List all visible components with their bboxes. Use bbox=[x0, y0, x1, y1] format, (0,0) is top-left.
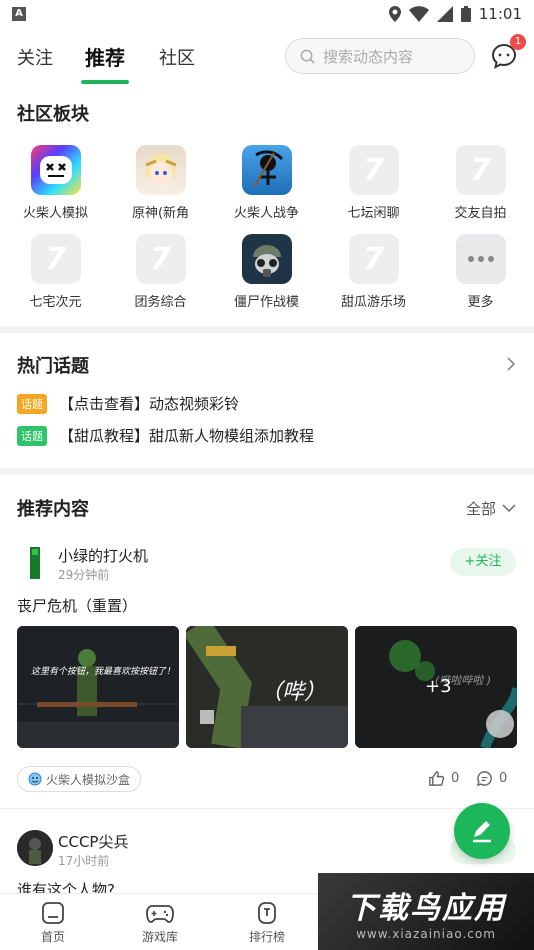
placeholder-icon: 7 bbox=[348, 145, 399, 195]
nav-ranking[interactable]: 排行榜 bbox=[227, 900, 307, 945]
status-bar: A 11:01 bbox=[0, 0, 534, 28]
board-label: 交友自拍 bbox=[454, 206, 507, 221]
board-item[interactable]: 僵尸作战模 bbox=[213, 234, 320, 310]
tab-community[interactable]: 社区 bbox=[159, 44, 195, 70]
placeholder-icon: 7 bbox=[455, 145, 506, 195]
top-nav: 关注 推荐 社区 搜索动态内容 1 bbox=[0, 30, 534, 86]
post-author[interactable]: 小绿的打火机 bbox=[58, 545, 148, 566]
board-item[interactable]: 7 甜瓜游乐场 bbox=[320, 234, 427, 310]
battery-icon bbox=[460, 6, 471, 22]
post-image[interactable]: 这里有个按钮，我最喜欢按按钮了！ bbox=[17, 626, 179, 748]
hot-topics-title: 热门话题 bbox=[17, 356, 89, 377]
home-icon bbox=[42, 902, 64, 924]
nav-ranking-label: 排行榜 bbox=[248, 930, 285, 944]
watermark-logo: 下载鸟应用 www.xiazainiao.com bbox=[318, 873, 534, 950]
chevron-right-icon[interactable] bbox=[506, 356, 516, 372]
post-image[interactable]: （哔） bbox=[186, 626, 348, 748]
follow-button[interactable]: +关注 bbox=[450, 548, 516, 576]
watermark-url: www.xiazainiao.com bbox=[356, 926, 496, 941]
compose-button[interactable] bbox=[454, 803, 510, 859]
wifi-icon bbox=[408, 6, 429, 22]
search-placeholder: 搜索动态内容 bbox=[323, 47, 414, 66]
edit-icon bbox=[473, 821, 491, 843]
board-item[interactable]: 原神(新角 bbox=[107, 145, 214, 221]
trophy-icon bbox=[258, 902, 276, 924]
board-label: 七宅次元 bbox=[29, 295, 82, 310]
topic-tag: 话题 bbox=[17, 425, 47, 446]
board-label: 火柴人模拟 bbox=[22, 206, 88, 221]
more-images-count: +3 bbox=[425, 676, 452, 697]
board-item[interactable]: 更多 bbox=[427, 234, 534, 310]
smiley-icon bbox=[28, 772, 42, 786]
board-label: 甜瓜游乐场 bbox=[340, 295, 406, 310]
comment-count: 0 bbox=[499, 771, 508, 786]
board-label: 僵尸作战模 bbox=[233, 295, 299, 310]
topic-item[interactable]: 话题 【甜瓜教程】甜瓜新人物模组添加教程 bbox=[17, 425, 314, 446]
image-caption: （哔） bbox=[260, 680, 327, 705]
board-label: 更多 bbox=[467, 295, 494, 310]
search-icon bbox=[300, 49, 315, 64]
app-notification-icon: A bbox=[12, 7, 26, 21]
stickman-face-icon bbox=[30, 145, 81, 195]
board-label: 团务综合 bbox=[134, 295, 187, 310]
search-input[interactable]: 搜索动态内容 bbox=[285, 38, 475, 74]
topic-text: 【甜瓜教程】甜瓜新人物模组添加教程 bbox=[59, 427, 315, 445]
post-image[interactable]: (哔啦哔啦 ) +3 bbox=[355, 626, 517, 748]
comment-icon bbox=[476, 771, 492, 787]
tab-recommend[interactable]: 推荐 bbox=[85, 42, 125, 71]
post-author[interactable]: CCCP尖兵 bbox=[58, 831, 128, 852]
gasmask-soldier-icon bbox=[241, 234, 292, 284]
nav-home[interactable]: 首页 bbox=[13, 900, 93, 945]
topic-tag: 话题 bbox=[17, 393, 47, 414]
board-label: 原神(新角 bbox=[131, 206, 190, 221]
like-count: 0 bbox=[451, 771, 460, 786]
section-divider bbox=[0, 468, 534, 475]
board-chip-label: 火柴人模拟沙盒 bbox=[46, 772, 131, 787]
tab-follow[interactable]: 关注 bbox=[17, 44, 53, 70]
board-item[interactable]: 7 交友自拍 bbox=[427, 145, 534, 221]
image-caption: 这里有个按钮，我最喜欢按按钮了！ bbox=[31, 667, 176, 677]
nav-game-library[interactable]: 游戏库 bbox=[120, 900, 200, 945]
board-chip[interactable]: 火柴人模拟沙盒 bbox=[17, 766, 142, 792]
placeholder-icon: 7 bbox=[30, 234, 81, 284]
thumbs-up-icon bbox=[429, 771, 445, 786]
active-tab-indicator bbox=[81, 80, 129, 84]
post-text: 丧尸危机（重置） bbox=[17, 597, 138, 615]
board-label: 火柴人战争 bbox=[233, 206, 299, 221]
board-item[interactable]: 7 团务综合 bbox=[107, 234, 214, 310]
board-item[interactable]: 火柴人战争 bbox=[213, 145, 320, 221]
topic-text: 【点击查看】动态视频彩铃 bbox=[59, 395, 240, 413]
filter-dropdown[interactable]: 全部 bbox=[466, 498, 516, 519]
like-button[interactable]: 0 bbox=[428, 770, 459, 787]
board-item[interactable]: 7 七坛闲聊 bbox=[320, 145, 427, 221]
filter-label: 全部 bbox=[466, 500, 497, 518]
comment-button[interactable]: 0 bbox=[476, 770, 507, 787]
nav-home-label: 首页 bbox=[40, 930, 65, 944]
message-badge: 1 bbox=[510, 34, 526, 50]
post-time: 29分钟前 bbox=[58, 568, 110, 582]
avatar[interactable] bbox=[17, 830, 53, 866]
placeholder-icon: 7 bbox=[348, 234, 399, 284]
anime-girl-icon bbox=[135, 145, 186, 195]
nav-game-library-label: 游戏库 bbox=[141, 930, 178, 944]
chevron-down-icon bbox=[502, 504, 516, 513]
avatar[interactable] bbox=[17, 545, 53, 581]
post-divider bbox=[0, 808, 534, 809]
topic-item[interactable]: 话题 【点击查看】动态视频彩铃 bbox=[17, 393, 239, 414]
signal-icon bbox=[436, 6, 453, 22]
board-label: 七坛闲聊 bbox=[347, 206, 400, 221]
board-item[interactable]: 7 七宅次元 bbox=[2, 234, 109, 310]
community-title: 社区板块 bbox=[17, 104, 89, 125]
watermark-text: 下载鸟应用 bbox=[346, 890, 506, 926]
placeholder-icon: 7 bbox=[135, 234, 186, 284]
section-divider bbox=[0, 326, 534, 333]
recommended-title: 推荐内容 bbox=[17, 499, 89, 520]
post-time: 17小时前 bbox=[58, 854, 110, 868]
more-icon bbox=[455, 234, 506, 284]
stick-war-icon bbox=[241, 145, 292, 195]
location-icon bbox=[388, 6, 401, 22]
gamepad-icon bbox=[146, 905, 174, 923]
board-item[interactable]: 火柴人模拟 bbox=[2, 145, 109, 221]
clock: 11:01 bbox=[478, 5, 522, 23]
